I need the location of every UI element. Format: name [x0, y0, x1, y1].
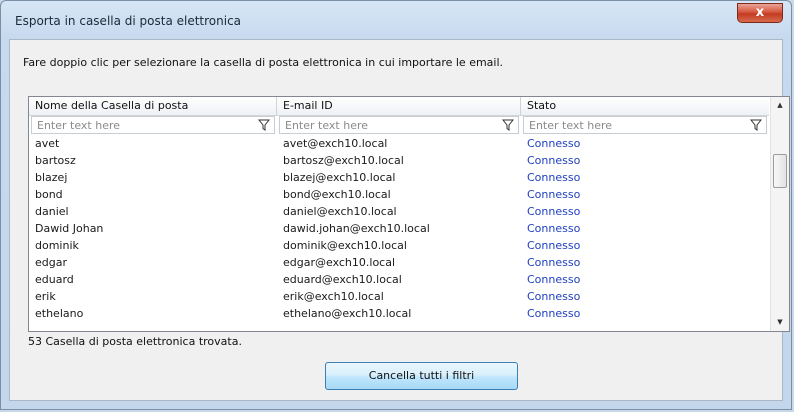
cell-email-id: bartosz@exch10.local — [283, 154, 404, 167]
cell-mailbox-name: blazej — [35, 171, 68, 184]
cell-mailbox-name: avet — [35, 137, 60, 150]
filter-mailbox-name-input[interactable]: Enter text here — [31, 116, 275, 134]
title-bar[interactable]: Esporta in casella di posta elettronica … — [1, 1, 791, 39]
cell-email-id: avet@exch10.local — [283, 137, 388, 150]
cell-email-id: edgar@exch10.local — [283, 256, 396, 269]
cell-email-id: blazej@exch10.local — [283, 171, 396, 184]
column-header-mailbox-name[interactable]: Nome della Casella di posta — [29, 97, 277, 115]
cell-mailbox-name: eduard — [35, 273, 74, 286]
close-button[interactable]: x — [737, 3, 783, 23]
cell-mailbox-name: erik — [35, 290, 56, 303]
cell-mailbox-name: bartosz — [35, 154, 76, 167]
grid-header: Nome della Casella di posta E-mail ID St… — [29, 97, 769, 116]
close-icon: x — [755, 5, 765, 20]
instruction-text: Fare doppio clic per selezionare la case… — [23, 56, 504, 69]
filter-placeholder: Enter text here — [37, 119, 121, 132]
table-row[interactable]: avet avet@exch10.local Connesso — [29, 136, 769, 152]
filter-funnel-icon[interactable] — [750, 119, 762, 131]
table-row[interactable]: bartosz bartosz@exch10.local Connesso — [29, 153, 769, 169]
result-count-text: 53 Casella di posta elettronica trovata. — [28, 335, 242, 348]
cell-status: Connesso — [527, 137, 581, 150]
table-row[interactable]: dominik dominik@exch10.local Connesso — [29, 238, 769, 254]
cell-status: Connesso — [527, 171, 581, 184]
cell-status: Connesso — [527, 256, 581, 269]
table-row[interactable]: eduard eduard@exch10.local Connesso — [29, 272, 769, 288]
table-row[interactable]: daniel daniel@exch10.local Connesso — [29, 204, 769, 220]
table-row[interactable]: blazej blazej@exch10.local Connesso — [29, 170, 769, 186]
clear-all-filters-button[interactable]: Cancella tutti i filtri — [325, 362, 518, 390]
vertical-scrollbar[interactable]: ▲ ▼ — [770, 97, 789, 331]
table-row[interactable]: Dawid Johan dawid.johan@exch10.local Conne… — [29, 221, 769, 237]
table-row[interactable]: edgar edgar@exch10.local Connesso — [29, 255, 769, 271]
table-row[interactable]: erik erik@exch10.local Connesso — [29, 289, 769, 305]
cell-status: Connesso — [527, 307, 581, 320]
cell-email-id: erik@exch10.local — [283, 290, 384, 303]
cell-mailbox-name: dominik — [35, 239, 79, 252]
cell-status: Connesso — [527, 205, 581, 218]
scroll-up-arrow-icon[interactable]: ▲ — [771, 97, 789, 114]
filter-email-id-input[interactable]: Enter text here — [279, 116, 519, 134]
filter-status-input[interactable]: Enter text here — [523, 116, 767, 134]
cell-mailbox-name: edgar — [35, 256, 67, 269]
mailbox-grid: Nome della Casella di posta E-mail ID St… — [28, 96, 790, 332]
window-title: Esporta in casella di posta elettronica — [15, 14, 242, 28]
cell-status: Connesso — [527, 188, 581, 201]
column-header-email-id[interactable]: E-mail ID — [277, 97, 521, 115]
table-row[interactable]: bond bond@exch10.local Connesso — [29, 187, 769, 203]
column-header-status[interactable]: Stato — [521, 97, 769, 115]
cell-email-id: dawid.johan@exch10.local — [283, 222, 430, 235]
scrollbar-thumb[interactable] — [773, 154, 787, 188]
cell-mailbox-name: Dawid Johan — [35, 222, 104, 235]
cell-email-id: eduard@exch10.local — [283, 273, 402, 286]
filter-placeholder: Enter text here — [285, 119, 369, 132]
filter-funnel-icon[interactable] — [258, 119, 270, 131]
cell-status: Connesso — [527, 290, 581, 303]
cell-mailbox-name: ethelano — [35, 307, 84, 320]
table-row[interactable]: ethelano ethelano@exch10.local Connesso — [29, 306, 769, 322]
cell-email-id: daniel@exch10.local — [283, 205, 397, 218]
cell-status: Connesso — [527, 239, 581, 252]
dialog-content: Fare doppio clic per selezionare la case… — [9, 39, 790, 401]
cell-status: Connesso — [527, 154, 581, 167]
export-dialog-window: Esporta in casella di posta elettronica … — [0, 0, 792, 410]
filter-placeholder: Enter text here — [529, 119, 613, 132]
cell-email-id: dominik@exch10.local — [283, 239, 407, 252]
cell-mailbox-name: bond — [35, 188, 63, 201]
scroll-down-arrow-icon[interactable]: ▼ — [771, 314, 789, 331]
cell-email-id: ethelano@exch10.local — [283, 307, 412, 320]
cell-mailbox-name: daniel — [35, 205, 69, 218]
filter-funnel-icon[interactable] — [502, 119, 514, 131]
cell-email-id: bond@exch10.local — [283, 188, 391, 201]
filter-row: Enter text here Enter text here Enter te… — [29, 115, 769, 135]
cell-status: Connesso — [527, 273, 581, 286]
cell-status: Connesso — [527, 222, 581, 235]
